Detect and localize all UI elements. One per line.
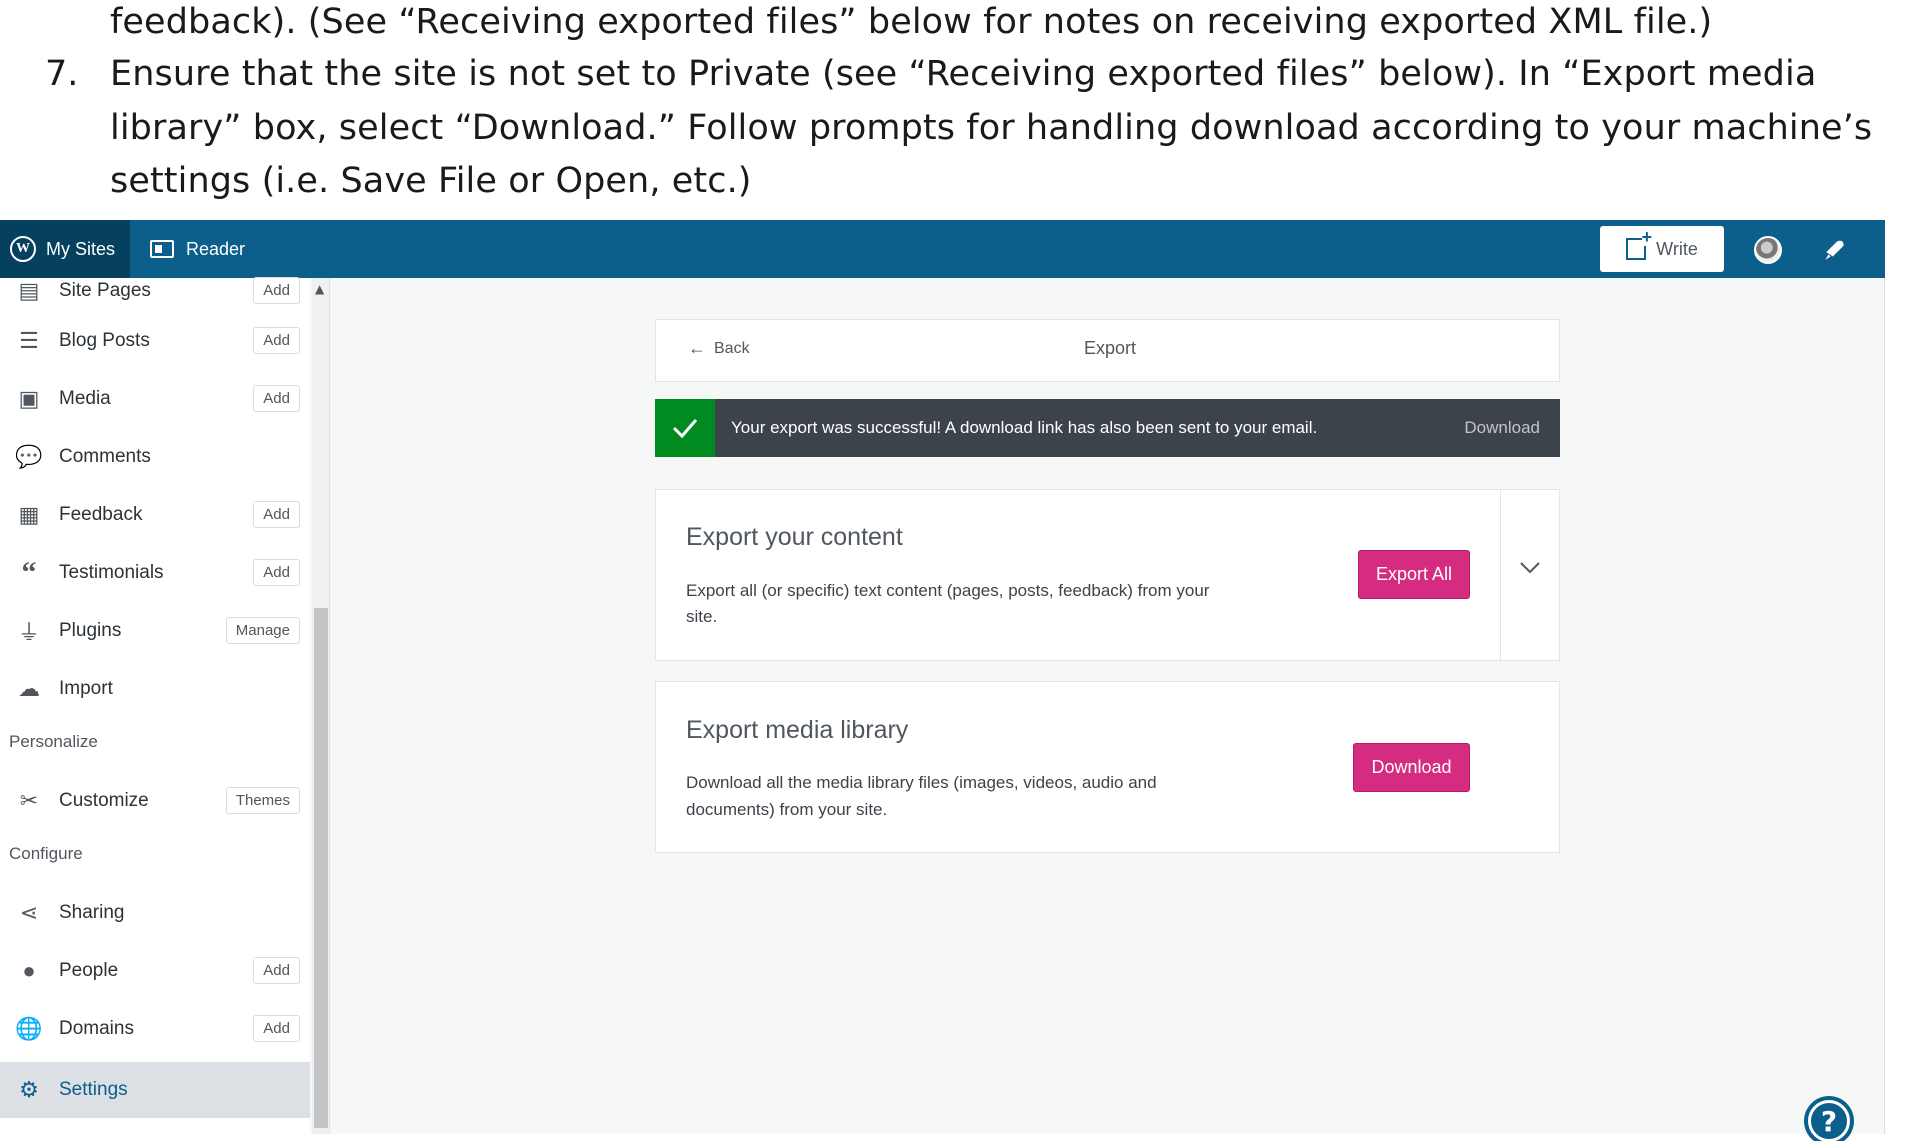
arrow-left-icon: ← (688, 338, 706, 358)
export-content-desc-2: site. (686, 607, 718, 626)
notifications-bell-icon[interactable] (1822, 237, 1848, 263)
chevron-down-icon[interactable] (1518, 560, 1542, 576)
help-button[interactable]: ? (1804, 1096, 1854, 1141)
tools-icon: ✂ (19, 788, 39, 813)
scrollbar-thumb[interactable] (314, 608, 328, 1128)
add-site-page-button[interactable]: Add (253, 277, 300, 304)
scroll-up-icon[interactable]: ▲ (315, 282, 324, 296)
avatar[interactable] (1754, 236, 1782, 264)
themes-button[interactable]: Themes (225, 787, 300, 814)
export-media-desc-1: Download all the media library files (im… (686, 773, 1157, 792)
doc-line-2: Ensure that the site is not set to Priva… (110, 54, 1817, 94)
sidebar-item-label: Sharing (59, 902, 125, 923)
gear-icon: ⚙ (19, 1077, 39, 1102)
document-text: feedback). (See “Receiving exported file… (0, 0, 1910, 220)
sidebar-item-people[interactable]: ● People Add (0, 946, 310, 996)
export-all-button[interactable]: Export All (1358, 550, 1470, 599)
sidebar-item-label: Customize (59, 790, 149, 811)
sidebar-item-label: Settings (59, 1079, 128, 1100)
media-icon: ▣ (18, 386, 40, 411)
reader-label: Reader (186, 238, 246, 259)
comments-icon: 💬 (15, 444, 43, 469)
feedback-icon: ▦ (18, 502, 40, 527)
sidebar: ▤ Site Pages Add ☰ Blog Posts Add ▣ Medi… (0, 277, 310, 1134)
export-content-desc-1: Export all (or specific) text content (p… (686, 581, 1210, 600)
sidebar-item-label: Media (59, 388, 111, 409)
sidebar-item-label: Plugins (59, 620, 122, 641)
step-number: 7. (45, 54, 79, 94)
export-media-desc-2: documents) from your site. (686, 800, 888, 819)
quote-icon: “ (21, 556, 37, 589)
sidebar-item-label: People (59, 960, 119, 981)
sidebar-item-label: Feedback (59, 504, 143, 525)
posts-icon: ☰ (19, 328, 39, 353)
globe-icon: 🌐 (15, 1016, 43, 1041)
question-mark-icon: ? (1820, 1104, 1838, 1138)
sidebar-item-label: Domains (59, 1018, 134, 1039)
card-divider (1500, 489, 1501, 661)
sidebar-item-label: Testimonials (59, 562, 164, 583)
notice-message: Your export was successful! A download l… (731, 418, 1318, 437)
back-button[interactable]: ← Back (688, 338, 750, 359)
sidebar-item-feedback[interactable]: ▦ Feedback Add (0, 490, 310, 540)
sidebar-item-import[interactable]: ☁ Import (0, 664, 310, 714)
export-media-title: Export media library (686, 716, 909, 744)
manage-plugins-button[interactable]: Manage (225, 617, 300, 644)
page-icon: ▤ (18, 278, 40, 303)
wordpress-screenshot: W My Sites Reader Write ▤ Site Pages Add… (0, 220, 1885, 1141)
add-feedback-button[interactable]: Add (253, 501, 300, 528)
sidebar-scrollbar[interactable]: ▲ (312, 278, 330, 1134)
notice-download-link[interactable]: Download (1464, 418, 1540, 438)
sidebar-item-label: Blog Posts (59, 330, 150, 351)
wordpress-logo-icon: W (10, 236, 36, 262)
download-media-button[interactable]: Download (1353, 743, 1470, 792)
write-button[interactable]: Write (1600, 226, 1724, 272)
back-label: Back (714, 339, 750, 357)
doc-line-3: library” box, select “Download.” Follow … (110, 108, 1873, 148)
my-sites-label: My Sites (46, 238, 116, 259)
sidebar-item-label: Import (59, 678, 113, 699)
sidebar-item-label: Comments (59, 446, 151, 467)
sidebar-item-media[interactable]: ▣ Media Add (0, 374, 310, 424)
personalize-heading: Personalize (9, 732, 98, 751)
sidebar-item-label: Site Pages (59, 280, 151, 301)
sidebar-item-sharing[interactable]: ⋖ Sharing (0, 888, 310, 938)
write-icon (1626, 228, 1653, 260)
add-blog-post-button[interactable]: Add (253, 327, 300, 354)
share-icon: ⋖ (19, 900, 39, 925)
sidebar-item-domains[interactable]: 🌐 Domains Add (0, 1004, 310, 1054)
add-media-button[interactable]: Add (253, 385, 300, 412)
add-people-button[interactable]: Add (253, 957, 300, 984)
add-testimonial-button[interactable]: Add (253, 559, 300, 586)
success-notice: Your export was successful! A download l… (655, 399, 1560, 457)
person-icon: ● (22, 958, 36, 983)
write-label: Write (1656, 238, 1698, 259)
reader-icon (150, 240, 174, 258)
page-title: Export (1084, 338, 1137, 358)
configure-heading: Configure (9, 844, 83, 863)
sidebar-item-customize[interactable]: ✂ Customize Themes (0, 776, 310, 826)
checkmark-icon (655, 399, 715, 457)
sidebar-item-site-pages[interactable]: ▤ Site Pages Add (0, 266, 310, 316)
export-content-title: Export your content (686, 523, 903, 551)
plug-icon: ⏚ (17, 620, 40, 645)
doc-line-1: feedback). (See “Receiving exported file… (110, 2, 1713, 42)
sidebar-item-comments[interactable]: 💬 Comments (0, 432, 310, 482)
sidebar-item-plugins[interactable]: ⏚ Plugins Manage (0, 606, 310, 656)
add-domain-button[interactable]: Add (253, 1015, 300, 1042)
cloud-upload-icon: ☁ (18, 676, 40, 701)
doc-line-4: settings (i.e. Save File or Open, etc.) (110, 161, 752, 201)
sidebar-item-settings[interactable]: ⚙ Settings (0, 1062, 310, 1118)
sidebar-item-blog-posts[interactable]: ☰ Blog Posts Add (0, 316, 310, 366)
sidebar-item-testimonials[interactable]: “ Testimonials Add (0, 548, 310, 598)
